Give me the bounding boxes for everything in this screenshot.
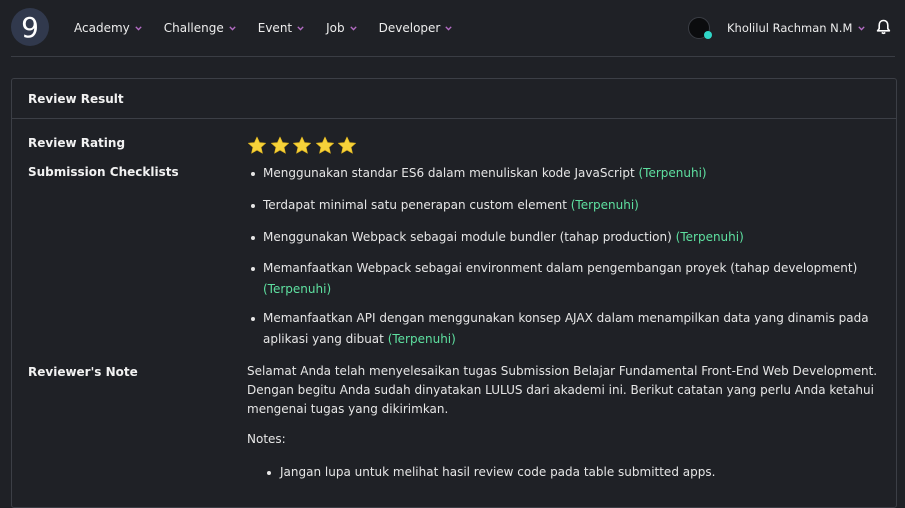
- checklist-item: Menggunakan Webpack sebagai module bundl…: [247, 227, 887, 248]
- star-icon: [292, 136, 312, 154]
- online-status-dot: [704, 31, 712, 39]
- notes-list: Jangan lupa untuk melihat hasil review c…: [247, 463, 887, 482]
- list-item: Jangan lupa untuk melihat hasil review c…: [247, 463, 887, 482]
- logo-icon: 9: [21, 11, 39, 44]
- checklist-status: (Terpenuhi): [638, 166, 707, 180]
- reviewer-note-text: Selamat Anda telah menyelesaikan tugas S…: [247, 364, 878, 416]
- chevron-down-icon: [229, 25, 236, 31]
- top-navbar: 9 Academy Challenge Event Job Developer …: [0, 0, 905, 56]
- user-name: Kholilul Rachman N.M: [727, 21, 853, 35]
- checklist-item-text: Menggunakan Webpack sebagai module bundl…: [263, 230, 672, 244]
- checklist-item-text: Menggunakan standar ES6 dalam menuliskan…: [263, 166, 635, 180]
- nav-item-job[interactable]: Job: [326, 21, 357, 35]
- checklist-item-text: Memanfaatkan API dengan menggunakan kons…: [263, 311, 869, 346]
- chevron-down-icon: [858, 25, 866, 31]
- checklist-status: (Terpenuhi): [387, 332, 456, 346]
- main-menu: Academy Challenge Event Job Developer: [74, 0, 474, 56]
- checklist-status: (Terpenuhi): [675, 230, 744, 244]
- svg-text:9: 9: [21, 11, 39, 44]
- checklist-item: Terdapat minimal satu penerapan custom e…: [247, 195, 887, 216]
- review-rating-label: Review Rating: [28, 136, 126, 150]
- rating-stars: [247, 136, 360, 155]
- notes-title: Notes:: [247, 432, 286, 446]
- review-result-card: Review Result Review Rating Submission C…: [11, 78, 897, 508]
- star-icon: [337, 136, 357, 154]
- nav-item-academy[interactable]: Academy: [74, 21, 142, 35]
- star-icon: [270, 136, 289, 154]
- nav-item-challenge[interactable]: Challenge: [164, 21, 236, 35]
- nav-item-label: Job: [326, 21, 345, 35]
- nav-item-label: Challenge: [163, 21, 224, 35]
- reviewer-note-label: Reviewer's Note: [28, 365, 138, 379]
- user-menu[interactable]: Kholilul Rachman N.M: [688, 15, 866, 41]
- nav-item-label: Developer: [378, 21, 441, 35]
- nav-item-event[interactable]: Event: [258, 21, 304, 35]
- checklist-item: Memanfaatkan Webpack sebagai environment…: [247, 258, 887, 300]
- logo[interactable]: 9: [11, 8, 49, 46]
- checklist-status: (Terpenuhi): [263, 282, 332, 296]
- chevron-down-icon: [297, 25, 304, 31]
- checklist-item-text: Memanfaatkan Webpack sebagai environment…: [263, 261, 858, 275]
- checklist-item: Memanfaatkan API dengan menggunakan kons…: [247, 308, 887, 350]
- notification-bell-icon[interactable]: [876, 19, 891, 35]
- chevron-down-icon: [445, 25, 453, 31]
- nav-item-label: Academy: [74, 21, 130, 35]
- navbar-divider: [11, 56, 895, 57]
- nav-item-developer[interactable]: Developer: [379, 21, 453, 35]
- nav-item-label: Event: [257, 21, 293, 35]
- checklist-item-text: Terdapat minimal satu penerapan custom e…: [263, 198, 567, 212]
- chevron-down-icon: [349, 25, 357, 31]
- checklist-status: (Terpenuhi): [570, 198, 639, 212]
- chevron-down-icon: [135, 25, 142, 31]
- star-icon: [247, 136, 267, 154]
- avatar: [688, 17, 712, 39]
- submission-checklists-label: Submission Checklists: [28, 165, 179, 179]
- star-icon: [315, 136, 334, 154]
- checklist-item: Menggunakan standar ES6 dalam menuliskan…: [247, 163, 887, 184]
- card-title: Review Result: [12, 79, 896, 119]
